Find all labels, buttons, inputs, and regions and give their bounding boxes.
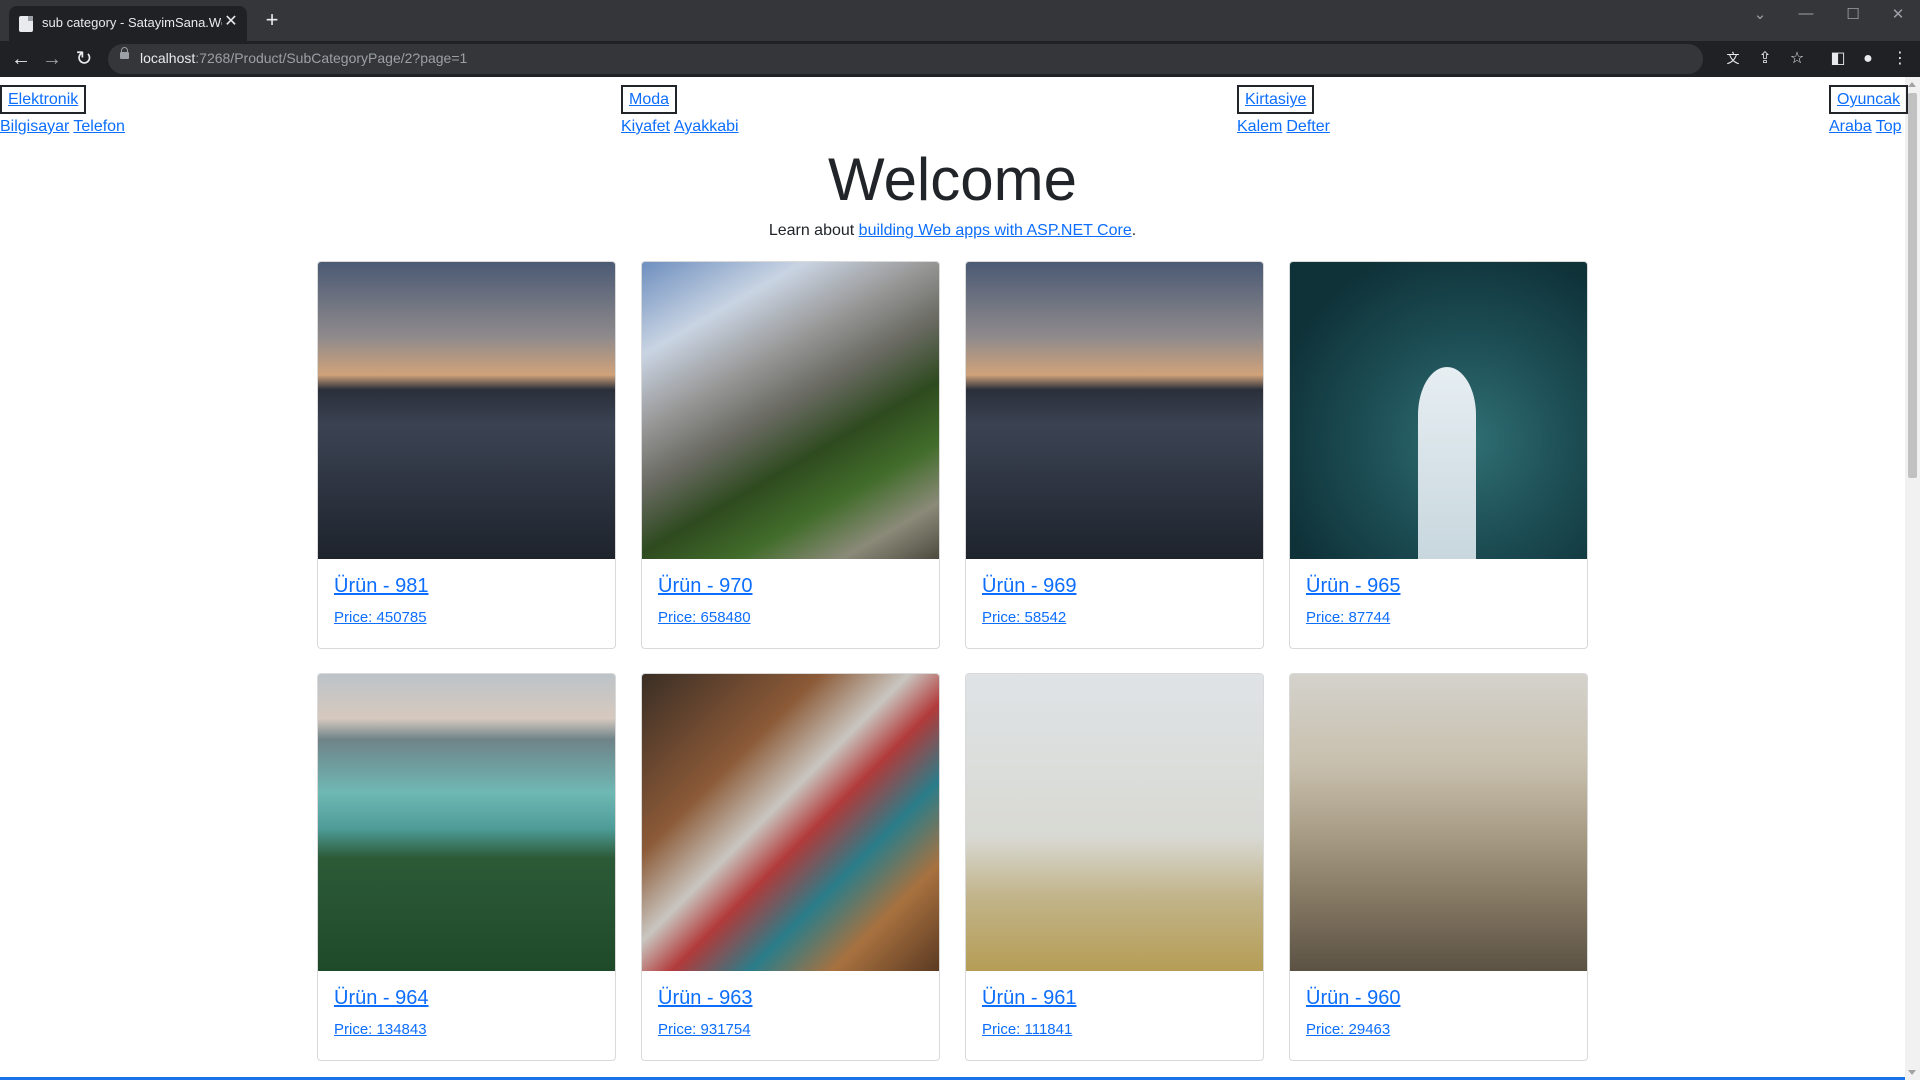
category-link-elektronik[interactable]: Elektronik <box>0 85 87 114</box>
menu-kebab-icon[interactable]: ⋮ <box>1888 47 1912 71</box>
category-group-elektronik: Elektronik Bilgisayar Telefon <box>0 85 129 136</box>
side-panel-icon[interactable]: ◧ <box>1826 47 1850 71</box>
subcategory-link-ayakkabi[interactable]: Ayakkabi <box>674 118 739 135</box>
tab-title: sub category - SatayimSana.Web <box>42 15 222 30</box>
product-price-link[interactable]: Price: 134843 <box>334 1021 427 1038</box>
product-image[interactable] <box>642 674 939 971</box>
product-card: Ürün - 961 Price: 111841 <box>965 673 1264 1061</box>
product-name-link[interactable]: Ürün - 965 <box>1306 575 1401 598</box>
scrollbar-thumb[interactable] <box>1908 93 1917 478</box>
product-image[interactable] <box>1290 674 1587 971</box>
product-card: Ürün - 970 Price: 658480 <box>641 261 940 649</box>
product-name-link[interactable]: Ürün - 961 <box>982 987 1077 1010</box>
product-name-link[interactable]: Ürün - 981 <box>334 575 429 598</box>
subcategory-link-top[interactable]: Top <box>1876 118 1902 135</box>
product-name-link[interactable]: Ürün - 969 <box>982 575 1077 598</box>
product-price-link[interactable]: Price: 58542 <box>982 609 1066 626</box>
product-price-link[interactable]: Price: 450785 <box>334 609 427 626</box>
product-card: Ürün - 981 Price: 450785 <box>317 261 616 649</box>
page-scrollbar[interactable] <box>1905 77 1920 1080</box>
category-group-moda: Moda Kiyafet Ayakkabi <box>621 85 743 136</box>
back-icon[interactable]: ← <box>7 45 35 73</box>
subcategory-list: Kalem Defter <box>1237 118 1334 136</box>
lock-icon[interactable] <box>120 47 129 59</box>
product-name-link[interactable]: Ürün - 963 <box>658 987 753 1010</box>
profile-icon[interactable]: ● <box>1856 47 1880 71</box>
category-link-kirtasiye[interactable]: Kirtasiye <box>1237 85 1315 114</box>
product-name-link[interactable]: Ürün - 964 <box>334 987 429 1010</box>
product-image[interactable] <box>966 262 1263 559</box>
product-price-link[interactable]: Price: 111841 <box>982 1021 1072 1038</box>
reload-icon[interactable]: ↻ <box>70 45 98 73</box>
category-link-moda[interactable]: Moda <box>621 85 678 114</box>
product-image[interactable] <box>642 262 939 559</box>
product-image[interactable] <box>1290 262 1587 559</box>
scroll-up-icon[interactable] <box>1908 82 1916 87</box>
product-card: Ürün - 960 Price: 29463 <box>1289 673 1588 1061</box>
forward-icon[interactable]: → <box>38 45 66 73</box>
subcategory-link-kiyafet[interactable]: Kiyafet <box>621 118 670 135</box>
subcategory-list: Araba Top <box>1829 118 1908 136</box>
product-price-link[interactable]: Price: 931754 <box>658 1021 751 1038</box>
product-image[interactable] <box>966 674 1263 971</box>
subcategory-link-bilgisayar[interactable]: Bilgisayar <box>0 118 69 135</box>
product-price-link[interactable]: Price: 29463 <box>1306 1021 1390 1038</box>
page-title: Welcome <box>828 146 1077 213</box>
browser-tab[interactable]: sub category - SatayimSana.Web ✕ <box>9 6 247 41</box>
lead-paragraph: Learn about building Web apps with ASP.N… <box>768 222 1137 239</box>
subcategory-list: Bilgisayar Telefon <box>0 118 129 136</box>
product-name-link[interactable]: Ürün - 970 <box>658 575 753 598</box>
browser-tab-bar: sub category - SatayimSana.Web ✕ + ⌄ — ☐… <box>0 0 1920 41</box>
product-card: Ürün - 964 Price: 134843 <box>317 673 616 1061</box>
browser-toolbar: ← → ↻ localhost:7268/Product/SubCategory… <box>0 41 1920 77</box>
new-tab-icon[interactable]: + <box>259 8 285 32</box>
subcategory-link-defter[interactable]: Defter <box>1286 118 1330 135</box>
subcategory-link-kalem[interactable]: Kalem <box>1237 118 1282 135</box>
maximize-icon[interactable]: ☐ <box>1835 5 1871 23</box>
product-image[interactable] <box>318 262 615 559</box>
product-card: Ürün - 969 Price: 58542 <box>965 261 1264 649</box>
page-favicon-icon <box>19 16 33 32</box>
product-price-link[interactable]: Price: 658480 <box>658 609 751 626</box>
subcategory-link-telefon[interactable]: Telefon <box>73 118 125 135</box>
url-text: localhost:7268/Product/SubCategoryPage/2… <box>140 50 468 66</box>
close-window-icon[interactable]: ✕ <box>1880 5 1916 23</box>
product-name-link[interactable]: Ürün - 960 <box>1306 987 1401 1010</box>
product-image[interactable] <box>318 674 615 971</box>
product-price-link[interactable]: Price: 87744 <box>1306 609 1390 626</box>
product-card: Ürün - 963 Price: 931754 <box>641 673 940 1061</box>
close-tab-icon[interactable]: ✕ <box>222 13 240 31</box>
category-group-oyuncak: Oyuncak Araba Top <box>1829 85 1909 136</box>
tab-search-icon[interactable]: ⌄ <box>1742 5 1778 23</box>
subcategory-list: Kiyafet Ayakkabi <box>621 118 743 136</box>
subcategory-link-araba[interactable]: Araba <box>1829 118 1872 135</box>
scroll-down-icon[interactable] <box>1908 1070 1916 1075</box>
category-group-kirtasiye: Kirtasiye Kalem Defter <box>1237 85 1334 136</box>
minimize-icon[interactable]: — <box>1788 5 1824 22</box>
aspnet-docs-link[interactable]: building Web apps with ASP.NET Core <box>859 222 1132 239</box>
category-link-oyuncak[interactable]: Oyuncak <box>1829 85 1909 114</box>
bookmark-star-icon[interactable]: ☆ <box>1785 47 1809 71</box>
address-bar[interactable]: localhost:7268/Product/SubCategoryPage/2… <box>108 44 1703 74</box>
translate-icon[interactable]: 文 <box>1721 47 1745 71</box>
share-icon[interactable]: ⇪ <box>1753 47 1777 71</box>
product-card: Ürün - 965 Price: 87744 <box>1289 261 1588 649</box>
